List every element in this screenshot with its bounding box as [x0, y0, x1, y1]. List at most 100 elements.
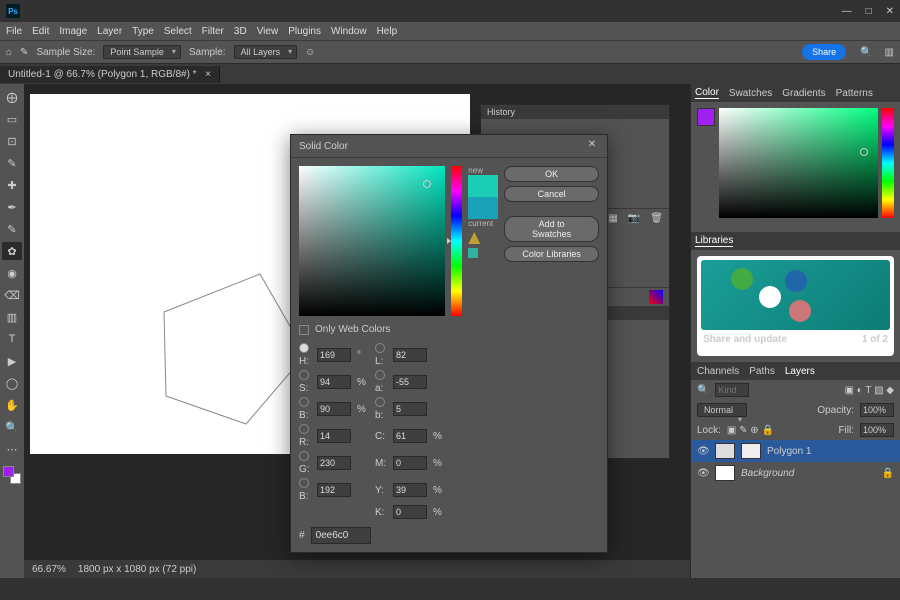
tab-layers[interactable]: Layers: [785, 366, 815, 377]
tab-channels[interactable]: Channels: [697, 366, 739, 377]
fill-input[interactable]: [860, 423, 894, 437]
radio-l[interactable]: [375, 343, 385, 353]
radio-b2[interactable]: [375, 397, 385, 407]
color-libraries-button[interactable]: Color Libraries: [504, 246, 599, 262]
minimize-button[interactable]: —: [842, 6, 852, 17]
tool-button[interactable]: ◉: [2, 264, 22, 282]
picker-cursor[interactable]: [423, 180, 431, 188]
tool-button[interactable]: T: [2, 330, 22, 348]
dialog-close-button[interactable]: ✕: [585, 139, 599, 153]
tool-button[interactable]: ◯: [2, 374, 22, 392]
menu-view[interactable]: View: [257, 26, 279, 37]
input-bb[interactable]: [317, 483, 351, 497]
tab-gradients[interactable]: Gradients: [782, 88, 825, 99]
foreground-swatch[interactable]: [3, 466, 14, 477]
history-header[interactable]: History: [481, 105, 669, 119]
tab-color[interactable]: Color: [695, 87, 719, 99]
input-g[interactable]: [317, 456, 351, 470]
radio-a[interactable]: [375, 370, 385, 380]
visibility-icon[interactable]: 👁: [697, 446, 709, 457]
current-color-swatch[interactable]: [468, 197, 498, 219]
input-m[interactable]: [393, 456, 427, 470]
websafe-icon[interactable]: [468, 248, 478, 258]
hue-slider[interactable]: [451, 166, 463, 316]
tool-button[interactable]: ✎: [2, 154, 22, 172]
tool-button[interactable]: ⨁: [2, 88, 22, 106]
close-button[interactable]: ✕: [886, 6, 894, 17]
snapshot-icon[interactable]: ▦: [608, 213, 617, 224]
emoji-icon[interactable]: ☺: [305, 47, 315, 58]
lock-icons[interactable]: ▣ ✎ ⊕ 🔒: [727, 425, 774, 436]
menu-layer[interactable]: Layer: [97, 26, 122, 37]
tool-button[interactable]: ✋: [2, 396, 22, 414]
tab-libraries[interactable]: Libraries: [695, 235, 733, 247]
menu-file[interactable]: File: [6, 26, 22, 37]
tool-button[interactable]: ✚: [2, 176, 22, 194]
tool-button[interactable]: 🔍: [2, 418, 22, 436]
search-icon[interactable]: 🔍: [860, 47, 872, 58]
cancel-button[interactable]: Cancel: [504, 186, 599, 202]
layer-mask-thumb[interactable]: [741, 443, 761, 459]
layer-row[interactable]: 👁 Polygon 1: [691, 440, 900, 462]
tool-button[interactable]: ⌫: [2, 286, 22, 304]
tab-patterns[interactable]: Patterns: [836, 88, 873, 99]
input-a[interactable]: [393, 375, 427, 389]
radio-bb[interactable]: [299, 478, 309, 488]
new-color-swatch[interactable]: [468, 175, 498, 197]
hue-arrow[interactable]: [447, 238, 451, 244]
layer-filter-icon[interactable]: 🔍: [697, 385, 709, 396]
menu-plugins[interactable]: Plugins: [288, 26, 321, 37]
tool-preset-icon[interactable]: ✎: [20, 47, 28, 58]
input-b2[interactable]: [393, 402, 427, 416]
layer-thumb[interactable]: [715, 465, 735, 481]
input-r[interactable]: [317, 429, 351, 443]
hue-slider[interactable]: [882, 108, 894, 218]
only-web-checkbox[interactable]: [299, 325, 309, 335]
workspace-switcher-icon[interactable]: ▥: [885, 47, 894, 58]
color-grid-icon[interactable]: [649, 290, 663, 304]
menu-select[interactable]: Select: [164, 26, 192, 37]
menu-type[interactable]: Type: [132, 26, 154, 37]
radio-s[interactable]: [299, 370, 309, 380]
layer-row[interactable]: 👁 Background 🔒: [691, 462, 900, 484]
blend-mode-dropdown[interactable]: Normal: [697, 403, 747, 417]
layer-filter-input[interactable]: [715, 383, 749, 397]
layer-thumb[interactable]: [715, 443, 735, 459]
home-icon[interactable]: ⌂: [6, 47, 12, 58]
menu-3d[interactable]: 3D: [234, 26, 247, 37]
radio-g[interactable]: [299, 451, 309, 461]
input-y[interactable]: [393, 483, 427, 497]
sample-dropdown[interactable]: All Layers: [234, 45, 298, 59]
input-h[interactable]: [317, 348, 351, 362]
tool-button[interactable]: ⊡: [2, 132, 22, 150]
tool-button[interactable]: ▶: [2, 352, 22, 370]
input-k[interactable]: [393, 505, 427, 519]
tab-paths[interactable]: Paths: [749, 366, 775, 377]
share-button[interactable]: Share: [802, 44, 846, 60]
opacity-input[interactable]: [860, 403, 894, 417]
color-field[interactable]: [719, 108, 878, 218]
hex-input[interactable]: [311, 527, 371, 544]
visibility-icon[interactable]: 👁: [697, 468, 709, 479]
tool-button[interactable]: ▥: [2, 308, 22, 326]
menu-image[interactable]: Image: [59, 26, 87, 37]
polygon-shape[interactable]: [164, 274, 306, 424]
color-picker-field[interactable]: [299, 166, 445, 316]
ok-button[interactable]: OK: [504, 166, 599, 182]
tool-button[interactable]: ⋯: [2, 440, 22, 458]
input-s[interactable]: [317, 375, 351, 389]
menu-help[interactable]: Help: [377, 26, 398, 37]
gamut-warning-icon[interactable]: [468, 232, 480, 244]
radio-h[interactable]: [299, 343, 309, 353]
tool-button[interactable]: ✎: [2, 220, 22, 238]
menu-filter[interactable]: Filter: [202, 26, 224, 37]
tab-swatches[interactable]: Swatches: [729, 88, 772, 99]
document-tab[interactable]: Untitled-1 @ 66.7% (Polygon 1, RGB/8#) *…: [0, 66, 220, 83]
menu-window[interactable]: Window: [331, 26, 367, 37]
menu-edit[interactable]: Edit: [32, 26, 49, 37]
dialog-titlebar[interactable]: Solid Color ✕: [291, 135, 607, 158]
tool-button[interactable]: ✒: [2, 198, 22, 216]
input-l[interactable]: [393, 348, 427, 362]
zoom-level[interactable]: 66.67%: [32, 564, 66, 575]
fg-bg-swatch[interactable]: [3, 466, 21, 484]
